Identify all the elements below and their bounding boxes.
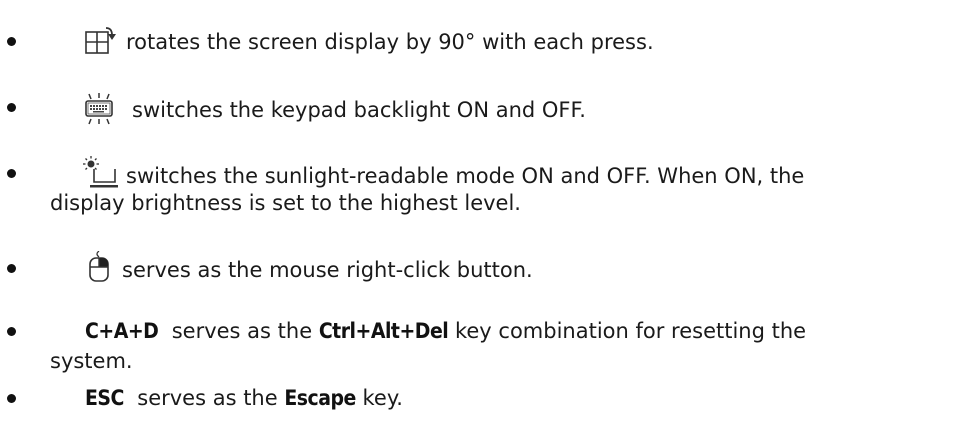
esc-text-mid: serves as the (137, 386, 278, 410)
keypad-backlight-description: switches the keypad backlight ON and OFF… (132, 98, 586, 122)
keypad-backlight-icon (80, 92, 118, 126)
cad-key-label: C+A+D (85, 319, 159, 343)
sunlight-description-line2: display brightness is set to the highest… (50, 191, 521, 215)
cad-text-end: key combination for resetting the (454, 319, 807, 343)
rotate-description: rotates the screen display by 90° with e… (126, 30, 654, 54)
bullet (7, 169, 16, 178)
bullet (7, 327, 16, 336)
bullet (7, 264, 16, 273)
cad-text-line2: system. (50, 349, 133, 373)
mouse-right-click-icon (88, 251, 110, 283)
bullet (7, 103, 16, 112)
bullet (7, 37, 16, 46)
right-click-description: serves as the mouse right-click button. (122, 258, 533, 282)
sunlight-readable-icon (82, 156, 118, 190)
esc-key-label: ESC (85, 386, 124, 410)
cad-text-mid: serves as the (171, 319, 313, 343)
sunlight-description-line1: switches the sunlight-readable mode ON a… (126, 164, 805, 188)
bullet (7, 394, 16, 403)
rotate-screen-icon (84, 25, 118, 55)
button-function-list: rotates the screen display by 90° with e… (0, 0, 970, 422)
ctrl-alt-del-key-label: Ctrl+Alt+Del (318, 319, 449, 343)
esc-text-end: key. (362, 386, 403, 410)
escape-key-label: Escape (284, 386, 356, 410)
